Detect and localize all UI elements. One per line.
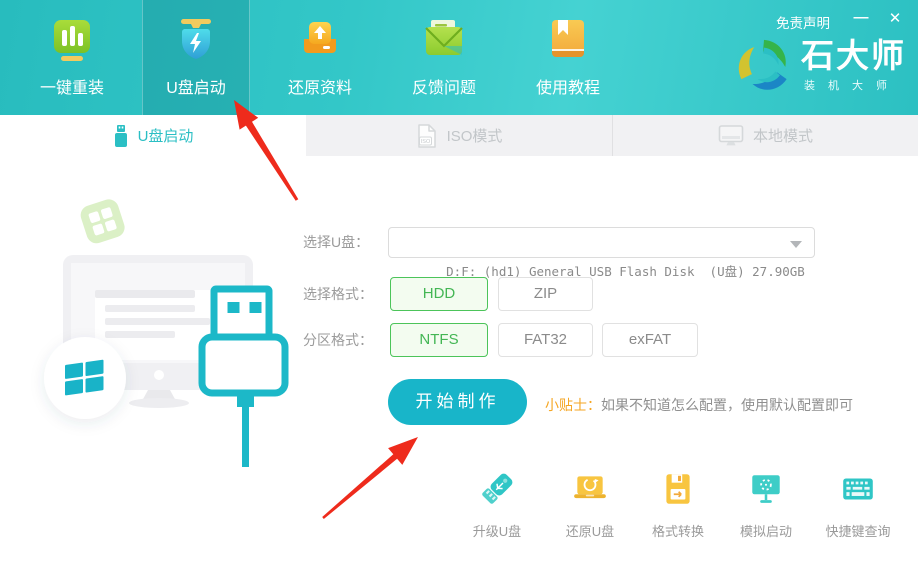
usb-computer-illustration: [30, 175, 320, 475]
tool-label: 模拟启动: [721, 521, 811, 540]
nav-item-tutorial[interactable]: 使用教程: [514, 0, 622, 115]
tip-label: 小贴士：: [545, 397, 601, 413]
chart-icon: [46, 15, 98, 67]
tab-iso-mode[interactable]: ISO ISO模式: [306, 115, 612, 156]
format-option-zip[interactable]: ZIP: [498, 277, 593, 311]
envelope-icon: [418, 15, 470, 67]
windows-chip-icon: [78, 197, 127, 246]
tool-upgrade-usb[interactable]: 升级U盘: [452, 470, 542, 540]
iso-file-icon: ISO: [416, 123, 438, 149]
brand-text: 石大师 装机大师: [801, 39, 906, 93]
windows-flag-badge: [44, 337, 126, 419]
partition-option-exfat[interactable]: exFAT: [602, 323, 698, 357]
tool-restore-usb[interactable]: 还原U盘: [545, 470, 635, 540]
brand-title: 石大师: [801, 39, 906, 72]
iso-badge: ISO: [420, 139, 430, 145]
nav-item-feedback[interactable]: 反馈问题: [390, 0, 498, 115]
laptop-restore-icon: [571, 470, 609, 508]
tip-text: 如果不知道怎么配置，使用默认配置即可: [601, 397, 853, 413]
nav-label: 反馈问题: [412, 74, 476, 98]
mode-tabbar: U盘启动 ISO ISO模式 本地模式: [0, 115, 918, 156]
usb-stick-icon: [478, 470, 516, 508]
nav-item-restore-data[interactable]: 还原资料: [266, 0, 374, 115]
brand-subtitle: 装机大师: [801, 77, 906, 93]
nav-item-usb-boot[interactable]: U盘启动: [142, 0, 250, 115]
usb-select-label: 选择U盘：: [303, 227, 369, 258]
tool-label: 格式转换: [633, 521, 723, 540]
tool-simulate-boot[interactable]: 模拟启动: [721, 470, 811, 540]
minimize-button[interactable]: —: [850, 9, 872, 26]
tool-label: 还原U盘: [545, 521, 635, 540]
tab-usb-boot[interactable]: U盘启动: [0, 115, 306, 156]
shield-icon: [170, 15, 222, 67]
disclaimer-link[interactable]: 免责声明: [776, 12, 830, 32]
partition-label: 分区格式：: [303, 323, 373, 357]
tab-label: 本地模式: [753, 125, 813, 146]
partition-option-fat32[interactable]: FAT32: [498, 323, 593, 357]
header-bar: 一键重装 U盘启动: [0, 0, 918, 115]
usb-drive-icon: [113, 123, 129, 149]
nav-label: 还原资料: [288, 74, 352, 98]
keyboard-icon: [839, 470, 877, 508]
nav-label: U盘启动: [166, 74, 226, 98]
tab-local-mode[interactable]: 本地模式: [612, 115, 918, 156]
tool-label: 快捷键查询: [813, 521, 903, 540]
header-nav: 一键重装 U盘启动: [18, 0, 638, 115]
close-button[interactable]: ✕: [884, 9, 906, 27]
book-icon: [542, 15, 594, 67]
tool-format-convert[interactable]: 格式转换: [633, 470, 723, 540]
tool-label: 升级U盘: [452, 521, 542, 540]
nav-item-reinstall[interactable]: 一键重装: [18, 0, 126, 115]
tool-hotkey-query[interactable]: 快捷键查询: [813, 470, 903, 540]
chevron-down-icon: [790, 241, 802, 248]
tab-label: ISO模式: [447, 125, 503, 146]
restore-box-icon: [294, 15, 346, 67]
format-label: 选择格式：: [303, 277, 373, 311]
app-window: 一键重装 U盘启动: [0, 0, 918, 579]
floppy-icon: [659, 470, 697, 508]
main-content: 选择U盘： D:F: (hd1) General USB Flash Disk …: [0, 156, 918, 579]
format-option-hdd[interactable]: HDD: [390, 277, 488, 311]
start-make-button[interactable]: 开始制作: [388, 379, 527, 425]
tip-text-row: 小贴士：如果不知道怎么配置，使用默认配置即可: [545, 395, 853, 415]
brand-swirl-icon: [734, 36, 794, 96]
usb-plug-illustration: [202, 289, 285, 467]
usb-select-dropdown[interactable]: D:F: (hd1) General USB Flash Disk (U盘) 2…: [388, 227, 815, 258]
monitor-boot-icon: [747, 470, 785, 508]
brand-logo: 石大师 装机大师: [734, 36, 906, 96]
partition-option-ntfs[interactable]: NTFS: [390, 323, 488, 357]
tab-label: U盘启动: [138, 125, 194, 146]
nav-label: 一键重装: [40, 74, 104, 98]
monitor-icon: [718, 124, 744, 148]
nav-label: 使用教程: [536, 74, 600, 98]
